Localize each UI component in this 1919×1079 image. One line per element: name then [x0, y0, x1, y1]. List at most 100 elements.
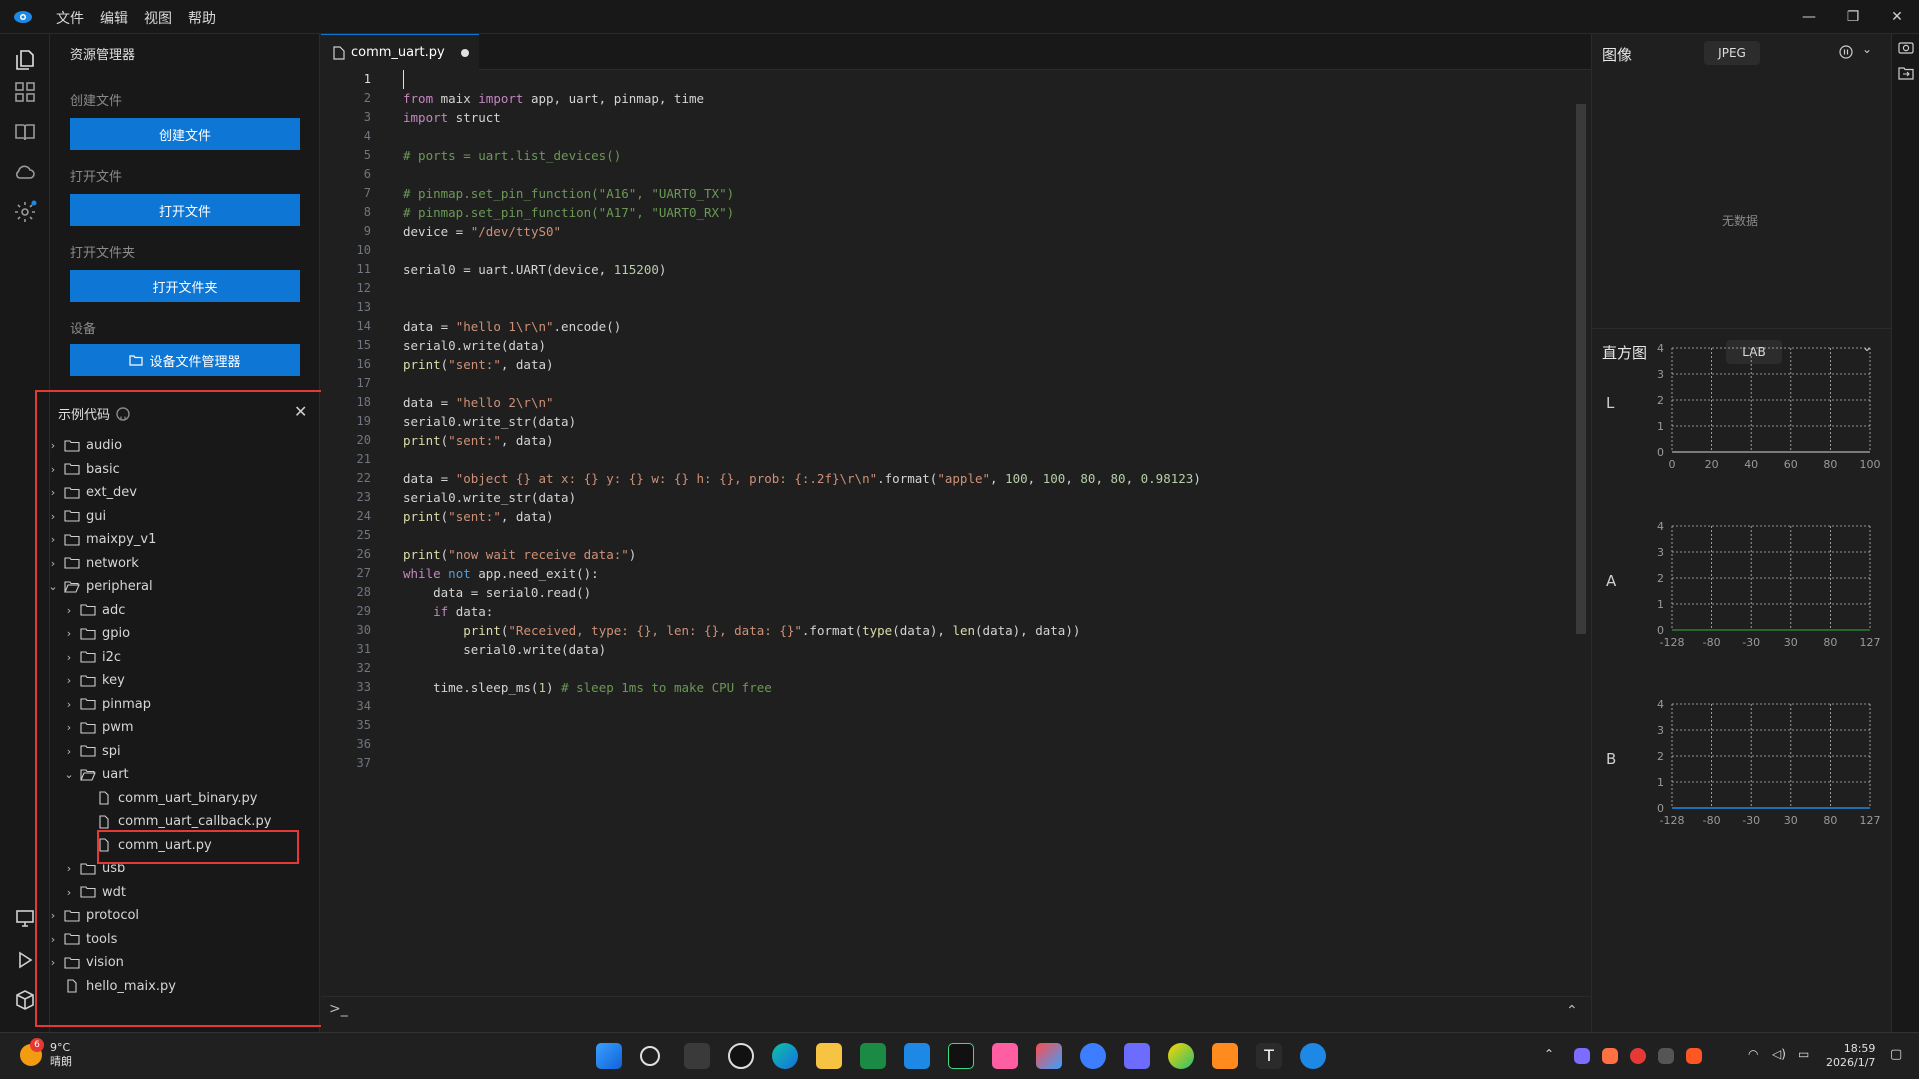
chatgpt-icon[interactable]	[728, 1043, 754, 1069]
tree-folder-item[interactable]: › pinmap	[36, 693, 320, 717]
chevron-right-icon[interactable]: ›	[62, 627, 76, 640]
tree-folder-item[interactable]: › gui	[36, 505, 320, 529]
close-window-icon[interactable]: ✕	[1875, 0, 1919, 34]
chevron-right-icon[interactable]: ›	[62, 721, 76, 734]
tray-s-icon[interactable]	[1686, 1048, 1702, 1064]
clion-icon[interactable]	[948, 1043, 974, 1069]
chevron-down-icon[interactable]: ⌄	[46, 580, 60, 593]
settings-gear-icon[interactable]	[13, 200, 37, 224]
chevron-right-icon[interactable]: ›	[46, 486, 60, 499]
chevron-right-icon[interactable]: ›	[62, 698, 76, 711]
menu-help[interactable]: 帮助	[188, 8, 216, 28]
chevron-right-icon[interactable]: ›	[62, 862, 76, 875]
task-view-icon[interactable]	[684, 1043, 710, 1069]
chevron-right-icon[interactable]: ›	[46, 510, 60, 523]
search-icon[interactable]	[640, 1046, 660, 1066]
docs-book-icon[interactable]	[13, 120, 37, 144]
battery-icon[interactable]: ▭	[1798, 1047, 1809, 1061]
cloud-icon[interactable]	[13, 160, 37, 184]
tray-app-icon[interactable]	[1574, 1048, 1590, 1064]
code-text[interactable]: from maix import app, uart, pinmap, time…	[403, 70, 1563, 773]
github-icon[interactable]	[116, 406, 130, 421]
tree-folder-item[interactable]: › i2c	[36, 646, 320, 670]
typora-icon[interactable]: T	[1256, 1043, 1282, 1069]
chevron-right-icon[interactable]: ›	[46, 439, 60, 452]
chevron-right-icon[interactable]: ›	[46, 463, 60, 476]
menu-view[interactable]: 视图	[144, 8, 172, 28]
chevron-right-icon[interactable]: ›	[62, 745, 76, 758]
unsaved-dot-icon[interactable]	[460, 48, 469, 57]
chevron-right-icon[interactable]: ›	[62, 651, 76, 664]
device-file-manager-button[interactable]: 设备文件管理器	[70, 344, 300, 376]
tray-search-icon[interactable]	[1630, 1048, 1646, 1064]
extensions-icon[interactable]	[13, 80, 37, 104]
tree-folder-item[interactable]: › protocol	[36, 904, 320, 928]
maixvision-icon[interactable]	[1300, 1043, 1326, 1069]
chevron-right-icon[interactable]: ›	[46, 533, 60, 546]
wifi-icon[interactable]: ◠	[1748, 1047, 1758, 1061]
start-menu-icon[interactable]	[596, 1043, 622, 1069]
image-format-select[interactable]: JPEG	[1704, 41, 1760, 65]
tree-file-item[interactable]: comm_uart_binary.py	[36, 787, 320, 811]
tree-folder-item[interactable]: › spi	[36, 740, 320, 764]
image-chevron-down-icon[interactable]: ⌄	[1862, 42, 1872, 56]
monitor-icon[interactable]	[13, 906, 37, 930]
tree-folder-item[interactable]: › gpio	[36, 622, 320, 646]
tree-folder-item[interactable]: › adc	[36, 599, 320, 623]
tree-folder-item[interactable]: ⌄ uart	[36, 763, 320, 787]
chevron-down-icon[interactable]: ⌄	[62, 768, 76, 781]
tree-folder-item[interactable]: ⌄ peripheral	[36, 575, 320, 599]
tree-folder-item[interactable]: › ext_dev	[36, 481, 320, 505]
chevron-right-icon[interactable]: ›	[62, 604, 76, 617]
tree-folder-item[interactable]: › network	[36, 552, 320, 576]
editor-scrollbar[interactable]	[1576, 104, 1586, 634]
audio-app-icon[interactable]	[992, 1043, 1018, 1069]
tray-fox-icon[interactable]	[1602, 1048, 1618, 1064]
package-icon[interactable]	[13, 988, 37, 1012]
expand-terminal-icon[interactable]: ⌃	[1566, 1003, 1578, 1019]
menu-file[interactable]: 文件	[56, 8, 84, 28]
chevron-right-icon[interactable]: ›	[46, 909, 60, 922]
open-folder-button[interactable]: 打开文件夹	[70, 270, 300, 302]
clock[interactable]: 18:59 2026/1/7	[1826, 1042, 1875, 1070]
tree-folder-item[interactable]: › maixpy_v1	[36, 528, 320, 552]
tree-folder-item[interactable]: › pwm	[36, 716, 320, 740]
tree-folder-item[interactable]: › tools	[36, 928, 320, 952]
tree-folder-item[interactable]: › audio	[36, 434, 320, 458]
tab-comm-uart[interactable]: comm_uart.py	[321, 34, 479, 70]
chevron-right-icon[interactable]: ›	[46, 933, 60, 946]
cat-app-icon[interactable]	[1124, 1043, 1150, 1069]
tray-expand-icon[interactable]: ⌃	[1544, 1047, 1554, 1061]
menu-edit[interactable]: 编辑	[100, 8, 128, 28]
orange-app-icon[interactable]	[1212, 1043, 1238, 1069]
pause-icon[interactable]	[1839, 45, 1853, 59]
export-folder-icon[interactable]	[1898, 66, 1914, 80]
volume-icon[interactable]: ◁)	[1772, 1047, 1786, 1061]
tree-file-item[interactable]: comm_uart_callback.py	[36, 810, 320, 834]
run-icon[interactable]	[13, 948, 37, 972]
chevron-right-icon[interactable]: ›	[46, 956, 60, 969]
mobaxterm-icon[interactable]	[904, 1043, 930, 1069]
chevron-right-icon[interactable]: ›	[62, 674, 76, 687]
chevron-right-icon[interactable]: ›	[62, 886, 76, 899]
minimize-icon[interactable]: —	[1787, 0, 1831, 34]
tree-folder-item[interactable]: › vision	[36, 951, 320, 975]
restore-icon[interactable]: ❐	[1831, 0, 1875, 34]
open-file-button[interactable]: 打开文件	[70, 194, 300, 226]
wps-icon[interactable]	[860, 1043, 886, 1069]
camera-icon[interactable]	[1898, 40, 1914, 54]
weather-widget[interactable]: 6 9°C 晴朗	[20, 1038, 72, 1069]
tree-file-item[interactable]: hello_maix.py	[36, 975, 320, 999]
tree-folder-item[interactable]: › wdt	[36, 881, 320, 905]
tray-ime-icon[interactable]	[1658, 1048, 1674, 1064]
explorer-icon[interactable]	[13, 48, 37, 72]
create-file-button[interactable]: 创建文件	[70, 118, 300, 150]
terminal-icon[interactable]: >_	[329, 1001, 348, 1017]
tree-folder-item[interactable]: › key	[36, 669, 320, 693]
file-explorer-icon[interactable]	[816, 1043, 842, 1069]
notification-icon[interactable]: ▢	[1890, 1047, 1902, 1062]
tree-file-item[interactable]: comm_uart.py	[36, 834, 320, 858]
tree-folder-item[interactable]: › usb	[36, 857, 320, 881]
edge-browser-icon[interactable]	[772, 1043, 798, 1069]
close-example-panel-icon[interactable]: ✕	[294, 402, 307, 421]
